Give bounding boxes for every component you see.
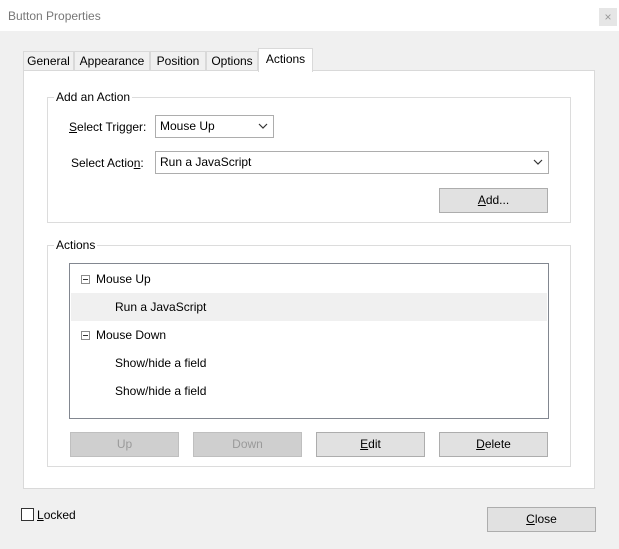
close-icon: × (604, 10, 612, 24)
tab-position[interactable]: Position (150, 51, 206, 71)
actions-legend: Actions (54, 238, 98, 252)
action-select[interactable]: Run a JavaScript (155, 151, 549, 174)
action-select-value: Run a JavaScript (160, 155, 252, 169)
locked-label[interactable]: Locked (37, 508, 76, 522)
add-action-legend: Add an Action (54, 90, 133, 104)
tree-item-show-hide-field[interactable]: Show/hide a field (71, 349, 547, 377)
tree-item-show-hide-field[interactable]: Show/hide a field (71, 377, 547, 405)
chevron-down-icon (533, 159, 543, 165)
close-window-button[interactable]: × (599, 8, 617, 26)
down-button[interactable]: Down (193, 432, 302, 457)
up-button[interactable]: Up (70, 432, 179, 457)
select-trigger-label: Select Trigger: (69, 120, 147, 134)
tab-actions[interactable]: Actions (258, 48, 313, 72)
tab-appearance[interactable]: Appearance (74, 51, 150, 71)
collapse-icon[interactable] (81, 275, 90, 284)
delete-button[interactable]: Delete (439, 432, 548, 457)
chevron-down-icon (258, 123, 268, 129)
tree-node-mouse-up[interactable]: Mouse Up (71, 265, 547, 293)
actions-tree[interactable]: Mouse Up Run a JavaScript Mouse Down Sho… (69, 263, 549, 419)
window-title: Button Properties (8, 9, 101, 23)
tab-general[interactable]: General (23, 51, 74, 71)
trigger-select-value: Mouse Up (160, 119, 215, 133)
edit-button[interactable]: Edit (316, 432, 425, 457)
title-bar: Button Properties × (0, 0, 619, 31)
trigger-select[interactable]: Mouse Up (155, 115, 274, 138)
collapse-icon[interactable] (81, 331, 90, 340)
select-action-label: Select Action: (71, 156, 144, 170)
tree-node-mouse-down[interactable]: Mouse Down (71, 321, 547, 349)
close-button[interactable]: Close (487, 507, 596, 532)
add-action-button[interactable]: Add... (439, 188, 548, 213)
tab-options[interactable]: Options (206, 51, 258, 71)
locked-checkbox[interactable] (21, 508, 34, 521)
tree-item-run-javascript[interactable]: Run a JavaScript (71, 293, 547, 321)
